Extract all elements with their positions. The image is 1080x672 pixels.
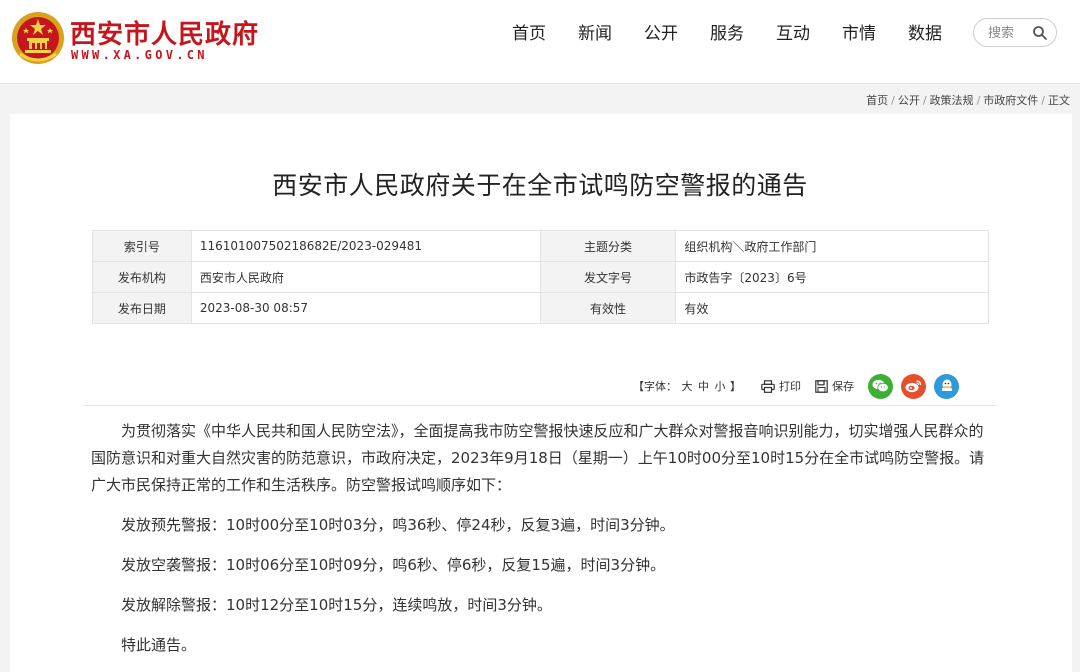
breadcrumb-current: 正文 — [1048, 94, 1070, 107]
main-nav: 首页 新闻 公开 服务 互动 市情 数据 — [496, 20, 958, 48]
font-size-medium-button[interactable]: 中 — [698, 380, 709, 393]
paragraph-alert-1: 发放预先警报：10时00分至10时03分，鸣36秒、停24秒，反复3遍，时间3分… — [121, 516, 675, 534]
article-tools: 【字体： 大 中 小 】 打印 保存 — [633, 372, 959, 400]
table-row: 索引号 11610100750218682E/2023-029481 主题分类 … — [92, 230, 989, 262]
share-qq-button[interactable] — [934, 373, 959, 399]
meta-value-issuer: 西安市人民政府 — [190, 261, 541, 293]
meta-label-date: 发布日期 — [92, 292, 192, 324]
qq-icon — [941, 379, 952, 391]
nav-item-news[interactable]: 新闻 — [562, 20, 628, 48]
meta-value-index: 11610100750218682E/2023-029481 — [190, 230, 541, 262]
document-meta-table: 索引号 11610100750218682E/2023-029481 主题分类 … — [92, 230, 989, 324]
search-icon[interactable] — [1032, 25, 1048, 41]
search-input[interactable] — [988, 23, 1034, 43]
font-size-small-button[interactable]: 小 — [715, 380, 726, 393]
breadcrumb-separator: / — [976, 94, 981, 107]
meta-label-validity: 有效性 — [539, 292, 677, 324]
breadcrumb-policy[interactable]: 政策法规 — [930, 94, 974, 107]
nav-item-service[interactable]: 服务 — [694, 20, 760, 48]
print-button[interactable]: 打印 — [761, 378, 801, 394]
meta-label-issuer: 发布机构 — [92, 261, 192, 293]
site-url: WWW.XA.GOV.CN — [71, 48, 208, 62]
meta-label-topic: 主题分类 — [539, 230, 677, 262]
paragraph-alert-3: 发放解除警报：10时12分至10时15分，连续鸣放，时间3分钟。 — [121, 596, 552, 614]
national-emblem-icon — [12, 12, 64, 64]
wechat-icon — [872, 379, 889, 393]
table-row: 发布日期 2023-08-30 08:57 有效性 有效 — [92, 292, 989, 324]
print-label: 打印 — [779, 380, 801, 393]
breadcrumb-home[interactable]: 首页 — [866, 94, 888, 107]
search-box — [973, 18, 1057, 47]
weibo-icon — [905, 380, 922, 393]
breadcrumb-separator: / — [891, 94, 895, 107]
meta-label-index: 索引号 — [92, 230, 192, 262]
share-weibo-button[interactable] — [901, 373, 926, 399]
save-icon — [815, 379, 828, 393]
nav-item-home[interactable]: 首页 — [496, 20, 562, 48]
save-label: 保存 — [832, 380, 854, 393]
nav-item-data[interactable]: 数据 — [892, 20, 958, 48]
save-button[interactable]: 保存 — [815, 378, 854, 394]
breadcrumb: 首页 / 公开 / 政策法规 / 市政府文件 / 正文 — [866, 92, 1070, 108]
paragraph-closing: 特此通告。 — [121, 636, 197, 654]
nav-item-city[interactable]: 市情 — [826, 20, 892, 48]
nav-item-public[interactable]: 公开 — [628, 20, 694, 48]
table-row: 发布机构 西安市人民政府 发文字号 市政告字〔2023〕6号 — [92, 261, 989, 293]
paragraph-alert-2: 发放空袭警报：10时06分至10时09分，鸣6秒、停6秒，反复15遍，时间3分钟… — [121, 556, 666, 574]
font-size-prefix: 【字体： — [633, 380, 677, 393]
breadcrumb-separator: / — [922, 94, 927, 107]
page-title: 西安市人民政府关于在全市试鸣防空警报的通告 — [272, 171, 808, 200]
nav-item-interact[interactable]: 互动 — [760, 20, 826, 48]
font-size-switcher: 【字体： 大 中 小 】 — [633, 378, 741, 394]
font-size-suffix: 】 — [730, 380, 741, 393]
content-divider — [84, 405, 996, 406]
breadcrumb-gov-docs[interactable]: 市政府文件 — [983, 94, 1038, 107]
site-header: 西安市人民政府 WWW.XA.GOV.CN 首页 新闻 公开 服务 互动 市情 … — [0, 0, 1080, 84]
breadcrumb-separator: / — [1041, 94, 1045, 107]
font-size-large-button[interactable]: 大 — [682, 380, 693, 393]
meta-value-docno: 市政告字〔2023〕6号 — [675, 261, 989, 293]
breadcrumb-public[interactable]: 公开 — [898, 94, 920, 107]
meta-value-date: 2023-08-30 08:57 — [190, 292, 541, 324]
meta-value-topic: 组织机构＼政府工作部门 — [675, 230, 989, 262]
meta-value-validity: 有效 — [675, 292, 989, 324]
print-icon — [761, 379, 775, 393]
article-body: 为贯彻落实《中华人民共和国人民防空法》，全面提高我市防空警报快速反应和广大群众对… — [91, 418, 997, 659]
site-logo[interactable]: 西安市人民政府 WWW.XA.GOV.CN — [10, 6, 260, 70]
meta-label-docno: 发文字号 — [539, 261, 677, 293]
site-name: 西安市人民政府 — [70, 20, 260, 50]
share-wechat-button[interactable] — [868, 373, 893, 399]
paragraph-intro: 为贯彻落实《中华人民共和国人民防空法》，全面提高我市防空警报快速反应和广大群众对… — [91, 422, 985, 494]
